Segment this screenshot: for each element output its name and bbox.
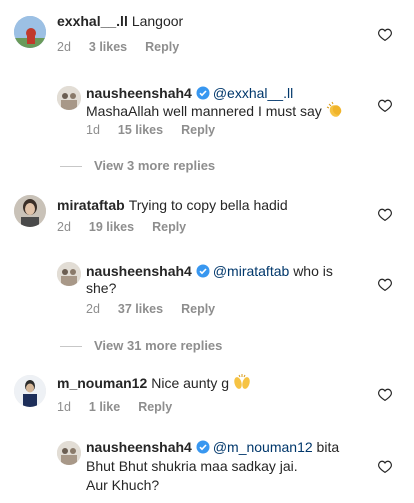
comment-meta: 1d 15 likes Reply bbox=[86, 123, 233, 137]
mention-link[interactable]: @mirataftab bbox=[213, 263, 289, 279]
avatar[interactable] bbox=[14, 195, 46, 227]
likes-count[interactable]: 15 likes bbox=[118, 123, 163, 137]
comment-body: Nice aunty g bbox=[151, 375, 230, 391]
username-link[interactable]: exxhal__.ll bbox=[57, 13, 128, 29]
reply-button[interactable]: Reply bbox=[152, 220, 186, 234]
like-heart-icon[interactable] bbox=[378, 460, 392, 473]
comment-body: who is bbox=[293, 263, 333, 279]
avatar[interactable] bbox=[14, 375, 46, 407]
username-link[interactable]: mirataftab bbox=[57, 197, 125, 213]
timestamp[interactable]: 2d bbox=[57, 40, 71, 54]
timestamp[interactable]: 1d bbox=[57, 400, 71, 414]
comment-meta: 2d 37 likes Reply bbox=[86, 302, 233, 316]
comment-text: mirataftab Trying to copy bella hadid bbox=[57, 196, 288, 214]
mention-link[interactable]: @exxhal__.ll bbox=[213, 85, 293, 101]
likes-count[interactable]: 3 likes bbox=[89, 40, 127, 54]
view-more-replies-button[interactable]: View 3 more replies bbox=[60, 158, 215, 173]
comment-text: Aur Khuch? bbox=[86, 476, 159, 494]
profile-photo-icon bbox=[57, 86, 81, 110]
like-heart-icon[interactable] bbox=[378, 388, 392, 401]
likes-count[interactable]: 19 likes bbox=[89, 220, 134, 234]
comment-meta: 1d 1 like Reply bbox=[57, 400, 190, 414]
profile-photo-icon bbox=[14, 195, 46, 227]
comment-text: exxhal__.ll Langoor bbox=[57, 12, 183, 30]
comment-text: nausheenshah4 @mirataftab who is bbox=[86, 262, 333, 282]
likes-count[interactable]: 1 like bbox=[89, 400, 120, 414]
comment-body: Bhut Bhut shukria maa sadkay jai. bbox=[86, 458, 298, 474]
timestamp[interactable]: 2d bbox=[57, 220, 71, 234]
like-heart-icon[interactable] bbox=[378, 28, 392, 41]
view-more-label: View 3 more replies bbox=[94, 158, 216, 173]
username-link[interactable]: nausheenshah4 bbox=[86, 439, 192, 455]
profile-photo-icon bbox=[14, 16, 46, 48]
username-link[interactable]: nausheenshah4 bbox=[86, 263, 192, 279]
divider bbox=[60, 346, 82, 348]
raising-hands-icon bbox=[233, 373, 251, 395]
like-heart-icon[interactable] bbox=[378, 99, 392, 112]
likes-count[interactable]: 37 likes bbox=[118, 302, 163, 316]
like-heart-icon[interactable] bbox=[378, 208, 392, 221]
comment-body: Langoor bbox=[131, 13, 184, 29]
comment-body: Trying to copy bella hadid bbox=[128, 197, 288, 213]
comment-body: Aur Khuch? bbox=[86, 477, 160, 493]
avatar[interactable] bbox=[14, 16, 46, 48]
comment-body: MashaAllah well mannered I must say bbox=[86, 103, 322, 119]
reply-button[interactable]: Reply bbox=[181, 123, 215, 137]
username-link[interactable]: m_nouman12 bbox=[57, 375, 147, 391]
comment-text: nausheenshah4 @m_nouman12 bita bbox=[86, 438, 339, 458]
mention-link[interactable]: @m_nouman12 bbox=[213, 439, 313, 455]
comment-meta: 2d 19 likes Reply bbox=[57, 220, 204, 234]
divider bbox=[60, 166, 82, 168]
avatar[interactable] bbox=[57, 86, 81, 110]
view-more-label: View 31 more replies bbox=[94, 338, 223, 353]
view-more-replies-button[interactable]: View 31 more replies bbox=[60, 338, 222, 353]
like-heart-icon[interactable] bbox=[378, 278, 392, 291]
profile-photo-icon bbox=[14, 375, 46, 407]
reply-button[interactable]: Reply bbox=[145, 40, 179, 54]
verified-badge-icon bbox=[196, 440, 210, 458]
comment-text: MashaAllah well mannered I must say bbox=[86, 101, 344, 123]
comment-text: she? bbox=[86, 279, 116, 297]
reply-button[interactable]: Reply bbox=[138, 400, 172, 414]
username-link[interactable]: nausheenshah4 bbox=[86, 85, 192, 101]
clapping-hands-icon bbox=[326, 101, 344, 123]
reply-button[interactable]: Reply bbox=[181, 302, 215, 316]
profile-photo-icon bbox=[57, 441, 81, 465]
avatar[interactable] bbox=[57, 441, 81, 465]
timestamp[interactable]: 1d bbox=[86, 123, 100, 137]
profile-photo-icon bbox=[57, 262, 81, 286]
avatar[interactable] bbox=[57, 262, 81, 286]
comment-text: m_nouman12 Nice aunty g bbox=[57, 373, 251, 395]
comment-body: bita bbox=[316, 439, 340, 455]
comment-meta: 2d 3 likes Reply bbox=[57, 40, 197, 54]
comment-body: she? bbox=[86, 280, 117, 296]
verified-badge-icon bbox=[196, 264, 210, 282]
comment-text: Bhut Bhut shukria maa sadkay jai. bbox=[86, 457, 298, 475]
timestamp[interactable]: 2d bbox=[86, 302, 100, 316]
